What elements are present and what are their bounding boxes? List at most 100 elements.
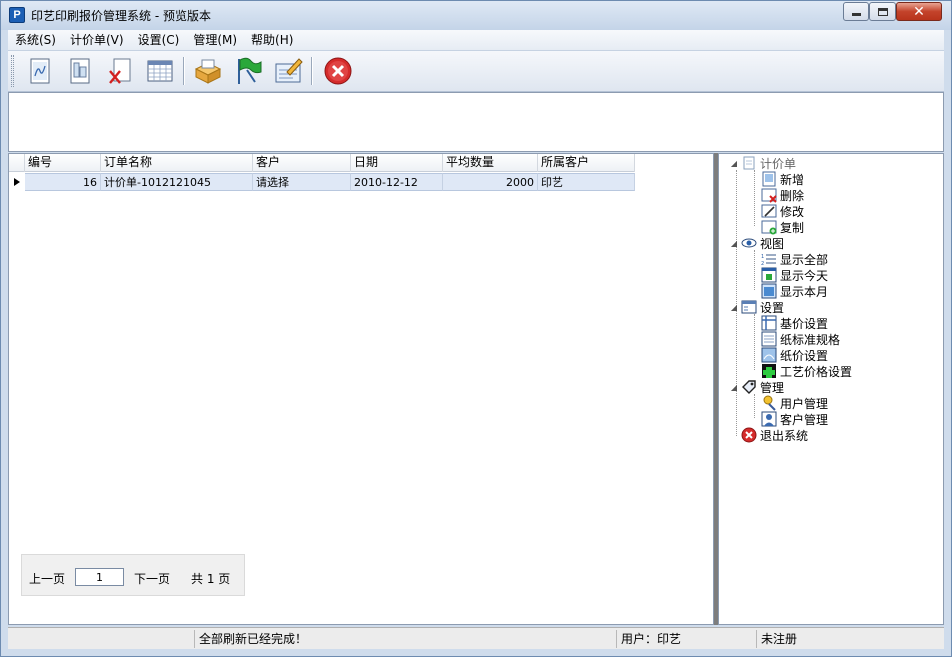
menu-system[interactable]: 系统(S) bbox=[8, 31, 63, 49]
tree-item-customer-manage[interactable]: 客户管理 bbox=[761, 411, 828, 427]
close-button[interactable]: ✕ bbox=[896, 2, 942, 21]
maximize-icon bbox=[877, 7, 888, 16]
tree-item-base-price[interactable]: 基价设置 bbox=[761, 315, 828, 331]
card-index-icon bbox=[194, 59, 222, 84]
cell-order-name[interactable]: 计价单-1012121045 bbox=[101, 173, 253, 191]
tree-item-show-all[interactable]: 12 显示全部 bbox=[761, 251, 828, 268]
tree-item-delete[interactable]: 删除 bbox=[761, 187, 804, 203]
tree-item-label: 用户管理 bbox=[780, 396, 829, 411]
toolbar-new-button[interactable] bbox=[24, 55, 56, 87]
puzzle-icon bbox=[761, 363, 777, 379]
tree-item-label: 纸标准规格 bbox=[780, 332, 841, 347]
menu-quote[interactable]: 计价单(V) bbox=[63, 31, 131, 49]
tree-group-quote[interactable]: ◢ 计价单 bbox=[729, 155, 796, 171]
current-row-arrow-icon bbox=[9, 173, 25, 191]
pen-form-icon bbox=[275, 58, 303, 83]
settings-window-icon bbox=[741, 299, 757, 315]
tree-item-label: 新增 bbox=[780, 172, 805, 187]
status-message: 全部刷新已经完成！ bbox=[194, 630, 616, 648]
paper-size-icon bbox=[761, 331, 777, 347]
tree-item-paper-size[interactable]: 纸标准规格 bbox=[761, 331, 840, 347]
table-row[interactable]: 16 计价单-1012121045 请选择 2010-12-12 2000 印艺 bbox=[9, 173, 635, 191]
calendar-table-icon bbox=[147, 60, 173, 82]
status-user: 用户：印艺 bbox=[616, 630, 756, 648]
tree-item-paper-price[interactable]: 纸价设置 bbox=[761, 347, 828, 363]
toolbar-grip[interactable] bbox=[11, 55, 14, 87]
blank-panel bbox=[8, 92, 944, 152]
pager: 上一页 下一页 共 1 页 bbox=[21, 554, 245, 596]
navigation-tree: ◢ 计价单 新增 删除 修改 复制 ◢ 视图 12 显示全部 显示今天 显示本月… bbox=[718, 153, 944, 625]
maximize-button[interactable] bbox=[869, 2, 896, 21]
document-icon bbox=[741, 155, 757, 171]
cell-avg-quantity[interactable]: 2000 bbox=[443, 173, 538, 191]
tree-group-manage[interactable]: ◢ 管理 bbox=[729, 379, 784, 395]
exit-icon bbox=[741, 427, 757, 443]
grid-icon bbox=[761, 315, 777, 331]
status-registration: 未注册 bbox=[756, 630, 942, 648]
column-header-order-name[interactable]: 订单名称 bbox=[101, 154, 253, 172]
tree-group-view[interactable]: ◢ 视图 bbox=[729, 235, 784, 251]
green-flag-icon bbox=[238, 57, 262, 84]
tree-item-label: 纸价设置 bbox=[780, 348, 829, 363]
toolbar-delete-button[interactable] bbox=[104, 55, 136, 87]
toolbar-edit-button[interactable] bbox=[64, 55, 96, 87]
customer-icon bbox=[761, 411, 777, 427]
edit-icon bbox=[761, 203, 777, 219]
tree-item-user-manage[interactable]: 用户管理 bbox=[761, 395, 828, 411]
column-header-id[interactable]: 编号 bbox=[25, 154, 101, 172]
cell-customer[interactable]: 请选择 bbox=[253, 173, 351, 191]
user-key-icon bbox=[761, 395, 777, 411]
toolbar-form-button[interactable] bbox=[272, 55, 304, 87]
menu-bar: 系统(S) 计价单(V) 设置(C) 管理(M) 帮助(H) bbox=[8, 30, 944, 50]
close-icon: ✕ bbox=[913, 3, 925, 20]
tree-item-show-month[interactable]: 显示本月 bbox=[761, 283, 828, 299]
toolbar-flag-button[interactable] bbox=[232, 55, 264, 87]
tree-group-label: 设置 bbox=[760, 300, 785, 315]
tree-item-exit-system[interactable]: 退出系统 bbox=[741, 427, 808, 443]
menu-settings[interactable]: 设置(C) bbox=[131, 31, 187, 49]
tree-item-process-price[interactable]: 工艺价格设置 bbox=[761, 363, 852, 379]
next-page-link[interactable]: 下一页 bbox=[134, 570, 170, 587]
tree-item-show-today[interactable]: 显示今天 bbox=[761, 267, 828, 283]
toolbar-calendar-button[interactable] bbox=[144, 55, 176, 87]
column-header-owner-customer[interactable]: 所属客户 bbox=[538, 154, 635, 172]
column-header-date[interactable]: 日期 bbox=[351, 154, 443, 172]
tree-item-copy[interactable]: 复制 bbox=[761, 219, 804, 235]
tree-item-label: 显示今天 bbox=[780, 268, 829, 283]
cell-date[interactable]: 2010-12-12 bbox=[351, 173, 443, 191]
expand-icon[interactable]: ◢ bbox=[729, 239, 739, 248]
tree-group-settings[interactable]: ◢ 设置 bbox=[729, 299, 784, 315]
expand-icon[interactable]: ◢ bbox=[729, 159, 739, 168]
tree-item-label: 基价设置 bbox=[780, 316, 829, 331]
prev-page-link[interactable]: 上一页 bbox=[29, 570, 65, 587]
menu-help[interactable]: 帮助(H) bbox=[244, 31, 300, 49]
calendar-month-icon bbox=[761, 283, 777, 299]
tree-connector-line bbox=[754, 314, 755, 370]
delete-icon bbox=[761, 187, 777, 203]
edit-document-icon bbox=[70, 58, 90, 84]
cell-id[interactable]: 16 bbox=[25, 173, 101, 191]
page-number-input[interactable] bbox=[75, 568, 124, 586]
tree-item-label: 工艺价格设置 bbox=[780, 364, 853, 379]
tree-item-new[interactable]: 新增 bbox=[761, 171, 804, 187]
column-header-avg-quantity[interactable]: 平均数量 bbox=[443, 154, 538, 172]
tree-item-edit[interactable]: 修改 bbox=[761, 203, 804, 219]
minimize-button[interactable] bbox=[843, 2, 869, 21]
svg-text:1: 1 bbox=[761, 254, 764, 260]
title-bar[interactable]: P 印艺印刷报价管理系统 - 预览版本 ✕ bbox=[1, 1, 951, 30]
window-title: 印艺印刷报价管理系统 - 预览版本 bbox=[31, 9, 211, 23]
toolbar bbox=[8, 50, 944, 92]
toolbar-exit-button[interactable] bbox=[322, 55, 354, 87]
tree-connector-line bbox=[754, 170, 755, 226]
expand-icon[interactable]: ◢ bbox=[729, 303, 739, 312]
cell-owner-customer[interactable]: 印艺 bbox=[538, 173, 635, 191]
calendar-day-icon bbox=[761, 267, 777, 283]
menu-manage[interactable]: 管理(M) bbox=[186, 31, 244, 49]
copy-icon bbox=[761, 219, 777, 235]
status-bar: 全部刷新已经完成！ 用户：印艺 未注册 bbox=[8, 627, 944, 649]
toolbar-cards-button[interactable] bbox=[192, 55, 224, 87]
grid-header: 编号 订单名称 客户 日期 平均数量 所属客户 bbox=[9, 154, 635, 172]
column-header-customer[interactable]: 客户 bbox=[253, 154, 351, 172]
minimize-icon bbox=[851, 13, 861, 16]
expand-icon[interactable]: ◢ bbox=[729, 383, 739, 392]
